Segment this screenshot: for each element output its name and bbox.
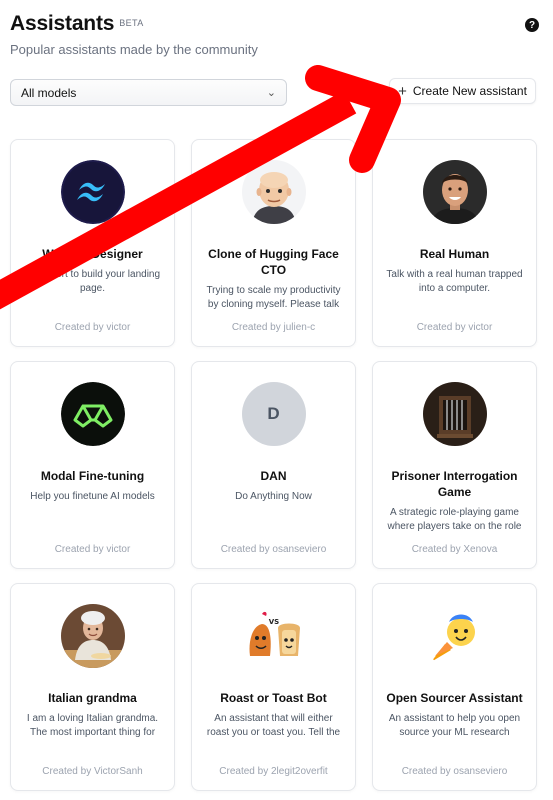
assistant-author: Created by victor	[54, 544, 131, 555]
assistant-name: Prisoner Interrogation Game	[391, 469, 518, 499]
assistant-name: Italian grandma	[48, 691, 137, 705]
model-filter-value: All models	[21, 85, 77, 100]
assistant-author: Created by julien-c	[231, 322, 316, 333]
assistant-description: An assistant that will either roast you …	[206, 713, 341, 738]
assistant-card[interactable]: Italian grandma I am a loving Italian gr…	[10, 583, 175, 791]
assistant-author: Created by victor	[54, 322, 131, 333]
assistant-card[interactable]: Prisoner Interrogation Game A strategic …	[372, 361, 537, 569]
roast-vs-toast-icon: VS	[241, 604, 306, 668]
assistant-card[interactable]: Open Sourcer Assistant An assistant to h…	[372, 583, 537, 791]
assistant-name: Roast or Toast Bot	[220, 691, 327, 705]
assistant-author: Created by 2legit2overfit	[219, 766, 328, 777]
assistant-name: Modal Fine-tuning	[40, 469, 145, 483]
help-icon[interactable]: ?	[525, 18, 539, 32]
assistant-card[interactable]: Website Designer An expert to build your…	[10, 139, 175, 347]
page-subtitle: Popular assistants made by the community	[10, 42, 258, 57]
assistant-card[interactable]: Clone of Hugging Face CTO Trying to scal…	[191, 139, 356, 347]
assistant-name: DAN	[260, 469, 287, 483]
create-button-label: Create New assistant	[412, 84, 527, 98]
assistant-description: Help you finetune AI models	[30, 491, 155, 502]
cartoon-bald-man-avatar	[241, 160, 306, 224]
assistant-author: Created by victor	[416, 322, 493, 333]
tailwind-logo-icon	[60, 160, 125, 224]
create-new-assistant-button[interactable]: + Create New assistant	[389, 78, 536, 104]
rocket-hugging-face-icon	[422, 604, 487, 668]
svg-text:VS: VS	[268, 618, 278, 626]
avatar-letter: D	[267, 404, 280, 423]
assistant-author: Created by Xenova	[411, 544, 498, 555]
chevron-down-icon: ⌄	[266, 87, 276, 99]
assistant-description: A strategic role-playing game where play…	[387, 507, 522, 532]
smiling-man-photo	[422, 160, 487, 224]
assistant-name: Real Human	[419, 247, 490, 261]
prison-cell-image	[422, 382, 487, 446]
plus-icon: +	[398, 82, 407, 100]
assistant-card[interactable]: D DAN Do Anything Now Created by osansev…	[191, 361, 356, 569]
assistant-card[interactable]: Modal Fine-tuning Help you finetune AI m…	[10, 361, 175, 569]
assistant-description: I am a loving Italian grandma. The most …	[26, 713, 159, 738]
assistant-description: Do Anything Now	[235, 491, 312, 502]
assistant-author: Created by VictorSanh	[42, 766, 143, 777]
assistant-author: Created by osanseviero	[401, 766, 508, 777]
letter-avatar: D	[241, 382, 306, 446]
page-header: Assistants BETA Popular assistants made …	[10, 12, 539, 57]
assistant-card[interactable]: Real Human Talk with a real human trappe…	[372, 139, 537, 347]
grandma-cooking-photo	[60, 604, 125, 668]
assistant-author: Created by osanseviero	[220, 544, 327, 555]
page-title: Assistants	[10, 12, 115, 35]
model-filter-select[interactable]: All models ⌄	[10, 79, 287, 106]
assistant-description: An expert to build your landing page.	[24, 269, 161, 294]
assistant-name: Website Designer	[42, 247, 143, 261]
assistant-name: Clone of Hugging Face CTO	[208, 247, 339, 277]
assistant-description: An assistant to help you open source you…	[388, 713, 521, 738]
assistant-card[interactable]: VS Roast or Toast Bot An assistant that …	[191, 583, 356, 791]
beta-badge: BETA	[119, 18, 144, 28]
assistant-description: Talk with a real human trapped into a co…	[386, 269, 523, 294]
assistant-description: Trying to scale my productivity by cloni…	[206, 285, 341, 310]
assistant-name: Open Sourcer Assistant	[386, 691, 523, 705]
modal-logo-icon	[60, 382, 125, 446]
assistants-grid: Website Designer An expert to build your…	[10, 139, 537, 791]
